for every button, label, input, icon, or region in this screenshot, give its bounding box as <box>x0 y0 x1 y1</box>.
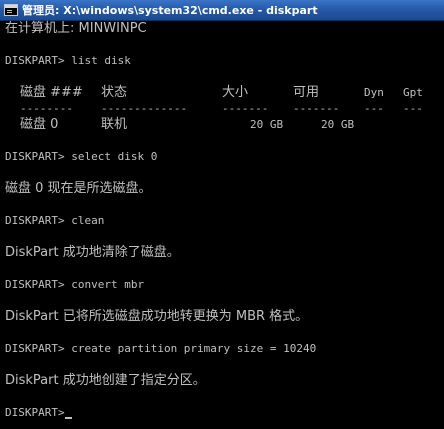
table-separator-status: ------------- <box>101 102 188 115</box>
table-row-size: 20 GB <box>250 118 284 131</box>
table-separator-disk: -------- <box>20 102 73 115</box>
console-output[interactable]: 在计算机上: MINWINPC DISKPART> list disk 磁盘 #… <box>0 21 430 429</box>
cmd-window: 管理员: X:\windows\system32\cmd.exe - diskp… <box>0 0 444 429</box>
table-row-status: 联机 <box>101 117 128 132</box>
text-cursor <box>64 417 72 419</box>
command-list-disk: DISKPART> list disk <box>5 54 131 67</box>
table-header-dyn: Dyn <box>364 86 384 99</box>
message-select-disk: 磁盘 0 现在是所选磁盘。 <box>5 181 152 196</box>
window-title: 管理员: X:\windows\system32\cmd.exe - diskp… <box>22 4 318 17</box>
title-bar[interactable]: 管理员: X:\windows\system32\cmd.exe - diskp… <box>0 0 444 21</box>
table-header-free: 可用 <box>293 85 320 100</box>
command-clean: DISKPART> clean <box>5 214 105 227</box>
table-separator-size: ------- <box>222 102 269 115</box>
table-header-status: 状态 <box>101 85 128 100</box>
command-select-disk: DISKPART> select disk 0 <box>5 150 158 163</box>
message-clean: DiskPart 成功地清除了磁盘。 <box>5 245 180 260</box>
table-header-disk: 磁盘 ### <box>20 85 83 100</box>
console-window-icon[interactable] <box>4 4 18 16</box>
table-separator-gpt: --- <box>403 102 423 115</box>
message-create-partition: DiskPart 成功地创建了指定分区。 <box>5 373 206 388</box>
table-separator-dyn: --- <box>364 102 384 115</box>
console-scrollbar[interactable] <box>430 21 444 429</box>
command-prompt[interactable]: DISKPART> <box>5 405 72 421</box>
table-row-disk: 磁盘 0 <box>20 117 59 132</box>
command-create-partition: DISKPART> create partition primary size … <box>5 342 317 355</box>
computer-line: 在计算机上: MINWINPC <box>5 21 147 36</box>
table-row-free: 20 GB <box>321 118 355 131</box>
command-convert-mbr: DISKPART> convert mbr <box>5 278 145 291</box>
table-header-size: 大小 <box>222 85 249 100</box>
table-separator-free: ------- <box>293 102 340 115</box>
table-header-gpt: Gpt <box>403 86 423 99</box>
message-convert-mbr: DiskPart 已将所选磁盘成功地转更换为 MBR 格式。 <box>5 309 309 324</box>
prompt-text: DISKPART> <box>5 406 65 419</box>
